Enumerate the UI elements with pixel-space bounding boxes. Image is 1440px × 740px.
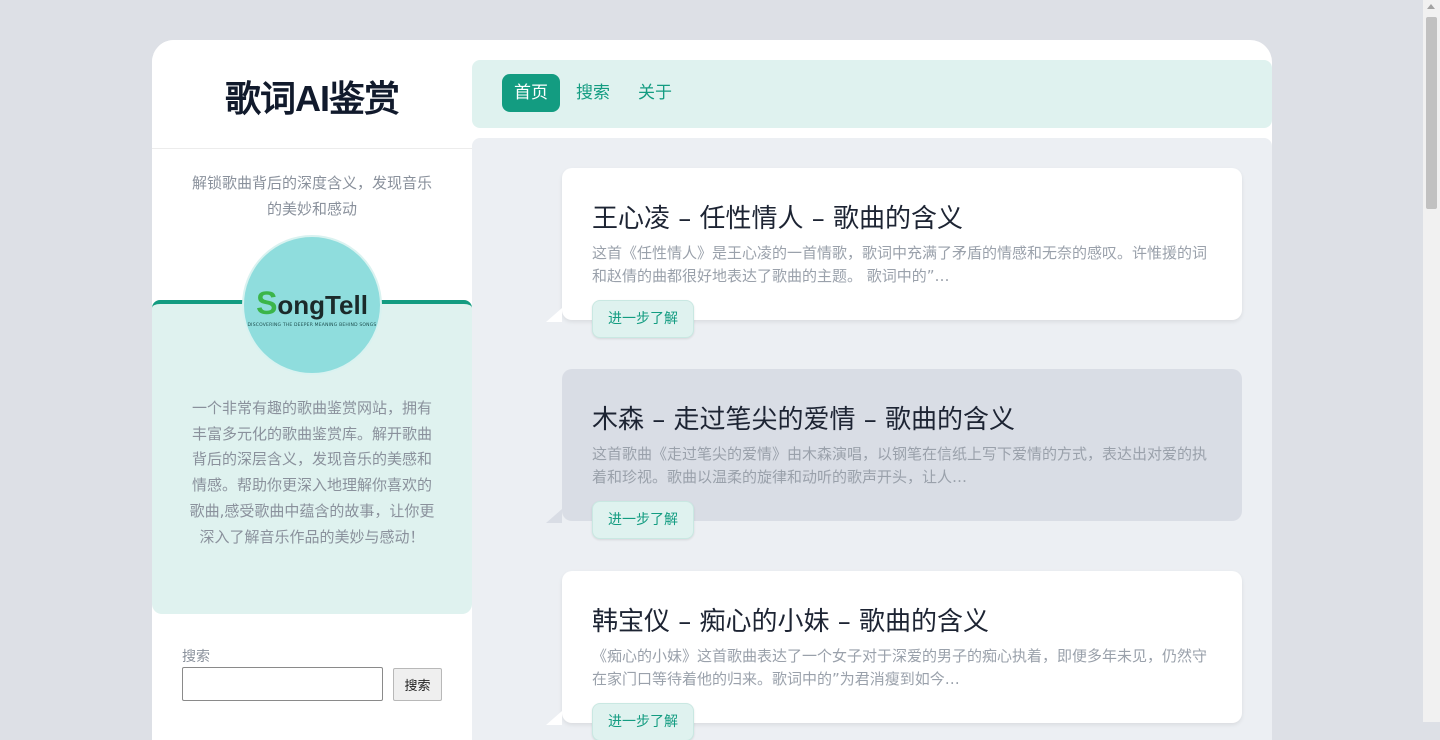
scroll-up-arrow-icon[interactable] bbox=[1427, 4, 1435, 9]
site-tagline: 解锁歌曲背后的深度含义，发现音乐的美妙和感动 bbox=[191, 174, 432, 218]
post-excerpt: 这首《任性情人》是王心凌的一首情歌，歌词中充满了矛盾的情感和无奈的感叹。许惟援的… bbox=[592, 244, 1208, 285]
site-intro: 一个非常有趣的歌曲鉴赏网站，拥有丰富多元化的歌曲鉴赏库。解开歌曲背后的深层含义，… bbox=[189, 399, 435, 546]
logo-wordmark: SongTell bbox=[256, 284, 368, 321]
post-title[interactable]: 木森 – 走过笔尖的爱情 – 歌曲的含义 bbox=[592, 399, 1015, 436]
site-title[interactable]: 歌词AI鉴赏 bbox=[152, 70, 472, 122]
site-logo: SongTell DISCOVERING THE DEEPER MEANING … bbox=[242, 235, 382, 375]
post-excerpt: 这首歌曲《走过笔尖的爱情》由木森演唱，以钢笔在信纸上写下爱情的方式，表达出对爱的… bbox=[592, 445, 1208, 486]
post-excerpt: 《痴心的小妹》这首歌曲表达了一个女子对于深爱的男子的痴心执着，即便多年未见，仍然… bbox=[592, 647, 1208, 688]
post-card: 木森 – 走过笔尖的爱情 – 歌曲的含义 这首歌曲《走过笔尖的爱情》由木森演唱，… bbox=[546, 369, 1242, 539]
nav-item-home[interactable]: 首页 bbox=[502, 74, 560, 112]
nav-item-search[interactable]: 搜索 bbox=[576, 74, 610, 112]
post-card: 韩宝仪 – 痴心的小妹 – 歌曲的含义 《痴心的小妹》这首歌曲表达了一个女子对于… bbox=[546, 571, 1242, 740]
logo-subtitle: DISCOVERING THE DEEPER MEANING BEHIND SO… bbox=[247, 322, 377, 328]
main-nav: 首页 搜索 关于 bbox=[472, 60, 1272, 128]
divider bbox=[152, 148, 472, 149]
post-card: 王心凌 – 任性情人 – 歌曲的含义 这首《任性情人》是王心凌的一首情歌，歌词中… bbox=[546, 168, 1242, 338]
post-title[interactable]: 韩宝仪 – 痴心的小妹 – 歌曲的含义 bbox=[592, 601, 989, 638]
vertical-scrollbar[interactable] bbox=[1423, 0, 1440, 722]
search-input[interactable] bbox=[182, 667, 383, 701]
sidebar: 歌词AI鉴赏 解锁歌曲背后的深度含义，发现音乐的美妙和感动 SongTell D… bbox=[152, 40, 472, 740]
nav-item-about[interactable]: 关于 bbox=[638, 74, 672, 112]
search-label: 搜索 bbox=[182, 649, 210, 665]
search-button[interactable]: 搜索 bbox=[393, 668, 442, 701]
page-container: 歌词AI鉴赏 解锁歌曲背后的深度含义，发现音乐的美妙和感动 SongTell D… bbox=[152, 40, 1272, 740]
post-list: 王心凌 – 任性情人 – 歌曲的含义 这首《任性情人》是王心凌的一首情歌，歌词中… bbox=[472, 138, 1272, 740]
read-more-button[interactable]: 进一步了解 bbox=[592, 300, 694, 338]
read-more-button[interactable]: 进一步了解 bbox=[592, 501, 694, 539]
scrollbar-thumb[interactable] bbox=[1426, 17, 1437, 209]
post-title[interactable]: 王心凌 – 任性情人 – 歌曲的含义 bbox=[592, 198, 963, 235]
